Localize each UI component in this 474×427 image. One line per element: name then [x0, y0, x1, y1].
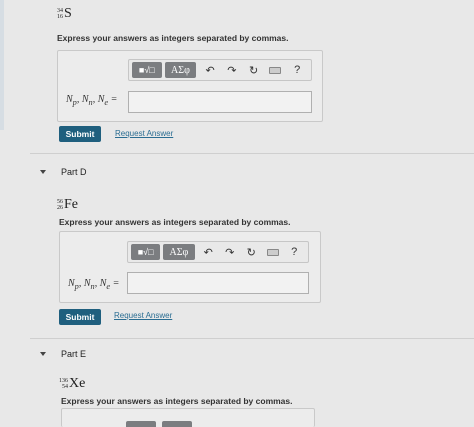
element-symbol: Fe	[64, 197, 78, 212]
element-symbol: S	[64, 6, 72, 21]
isotope-s34: 34 16 S	[57, 6, 72, 22]
chevron-down-icon[interactable]	[40, 352, 46, 356]
atomic-number: 54	[62, 384, 68, 390]
part-e-title[interactable]: Part E	[61, 349, 86, 359]
equation-toolbar: ■√□ ΑΣφ ↶ ↷ ↻ ?	[128, 59, 312, 81]
undo-icon[interactable]: ↶	[198, 244, 219, 260]
keyboard-icon[interactable]	[265, 62, 287, 78]
redo-icon[interactable]: ↷	[221, 62, 243, 78]
reset-icon[interactable]: ↻	[243, 62, 265, 78]
answer-input[interactable]	[127, 272, 309, 294]
templates-button[interactable]: ■√□	[132, 62, 162, 78]
request-answer-link[interactable]: Request Answer	[115, 129, 173, 138]
atomic-number: 16	[57, 14, 63, 20]
element-symbol: Xe	[69, 376, 86, 391]
request-answer-link[interactable]: Request Answer	[114, 311, 172, 320]
greek-symbols-button[interactable]	[162, 421, 192, 427]
answer-panel: ■√□ ΑΣφ ↶ ↷ ↻ ? Np, Nn, Ne =	[57, 50, 323, 122]
isotope-xe136: 136 54 Xe	[59, 376, 85, 392]
part-d-title[interactable]: Part D	[61, 167, 87, 177]
chevron-down-icon[interactable]	[40, 170, 46, 174]
greek-symbols-button[interactable]: ΑΣφ	[163, 244, 195, 260]
divider	[30, 153, 474, 154]
templates-button[interactable]: ■√□	[131, 244, 161, 260]
instruction-text: Express your answers as integers separat…	[57, 33, 289, 43]
help-icon[interactable]: ?	[283, 244, 304, 260]
divider	[30, 338, 474, 339]
templates-button[interactable]	[126, 421, 156, 427]
answer-label: Np, Nn, Ne =	[66, 94, 118, 107]
help-icon[interactable]: ?	[286, 62, 308, 78]
reset-icon[interactable]: ↻	[241, 244, 262, 260]
undo-icon[interactable]: ↶	[199, 62, 221, 78]
instruction-text: Express your answers as integers separat…	[59, 217, 291, 227]
page: 34 16 S Express your answers as integers s…	[0, 0, 474, 427]
redo-icon[interactable]: ↷	[219, 244, 240, 260]
keyboard-icon[interactable]	[262, 244, 283, 260]
equation-toolbar: ■√□ ΑΣφ ↶ ↷ ↻ ?	[127, 241, 309, 263]
submit-button[interactable]: Submit	[59, 126, 101, 142]
answer-label: Np, Nn, Ne =	[68, 278, 120, 291]
submit-button[interactable]: Submit	[59, 309, 101, 325]
answer-input[interactable]	[128, 91, 312, 113]
greek-symbols-button[interactable]: ΑΣφ	[164, 62, 197, 78]
answer-panel	[61, 408, 315, 427]
left-edge-strip	[0, 0, 4, 130]
atomic-number: 26	[57, 205, 63, 211]
instruction-text: Express your answers as integers separat…	[61, 396, 293, 406]
isotope-fe56: 56 26 Fe	[57, 197, 78, 213]
answer-panel: ■√□ ΑΣφ ↶ ↷ ↻ ? Np, Nn, Ne =	[59, 231, 321, 303]
